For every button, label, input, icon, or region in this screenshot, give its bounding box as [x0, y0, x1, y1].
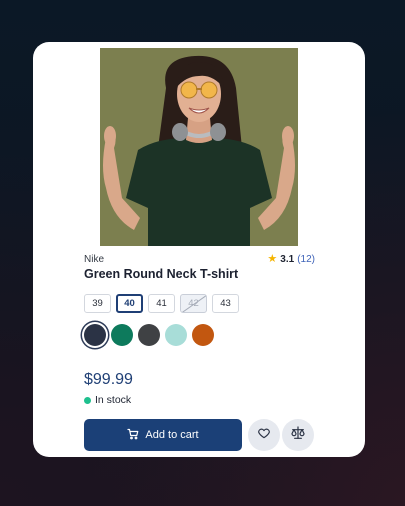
color-swatch-5[interactable]: [192, 324, 214, 346]
scale-icon: [290, 425, 306, 446]
color-swatch-1[interactable]: [84, 324, 106, 346]
brand-rating-row: Nike ★ 3.1 (12): [84, 252, 315, 266]
rating-value: 3.1: [280, 253, 295, 265]
product-title: Green Round Neck T-shirt: [84, 267, 239, 281]
product-image[interactable]: [100, 48, 298, 246]
size-option-40[interactable]: 40: [116, 294, 143, 313]
compare-button[interactable]: [282, 419, 314, 451]
review-count[interactable]: (12): [297, 254, 315, 265]
in-stock-dot-icon: [84, 396, 91, 404]
heart-icon: [257, 426, 271, 445]
star-icon: ★: [267, 252, 278, 265]
size-selector: 39 40 41 42 43: [84, 294, 239, 313]
size-option-41[interactable]: 41: [148, 294, 175, 313]
stock-status: In stock: [84, 394, 131, 406]
add-to-cart-button[interactable]: Add to cart: [84, 419, 242, 451]
wishlist-button[interactable]: [248, 419, 280, 451]
product-price: $99.99: [84, 371, 133, 388]
color-swatch-4[interactable]: [165, 324, 187, 346]
stock-status-label: In stock: [95, 394, 132, 406]
product-card: Nike ★ 3.1 (12) Green Round Neck T-shirt…: [33, 42, 365, 457]
cart-icon: [127, 428, 139, 443]
size-option-42: 42: [180, 294, 207, 313]
color-selector: [84, 324, 214, 346]
color-swatch-3[interactable]: [138, 324, 160, 346]
brand-label: Nike: [84, 253, 105, 265]
size-option-43[interactable]: 43: [212, 294, 239, 313]
add-to-cart-label: Add to cart: [145, 429, 199, 441]
size-option-39[interactable]: 39: [84, 294, 111, 313]
color-swatch-2[interactable]: [111, 324, 133, 346]
rating[interactable]: ★ 3.1 (12): [267, 252, 315, 265]
product-photo-illustration: [100, 48, 298, 246]
